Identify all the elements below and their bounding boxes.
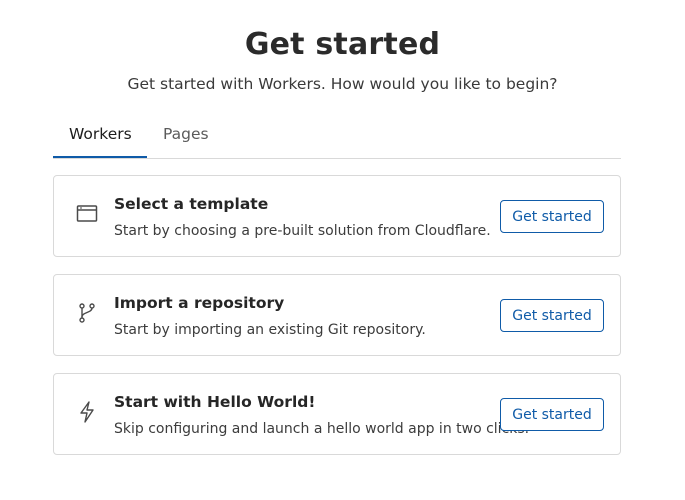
tab-workers[interactable]: Workers: [53, 125, 147, 158]
option-card-hello-world: Start with Hello World! Skip configuring…: [53, 373, 621, 455]
option-card-import-repository: Import a repository Start by importing a…: [53, 274, 621, 356]
page-title: Get started: [244, 27, 441, 62]
option-card-template: Select a template Start by choosing a pr…: [53, 175, 621, 257]
hello-world-get-started-button[interactable]: Get started: [500, 398, 604, 431]
lightning-bolt-icon: [76, 401, 98, 423]
import-repository-get-started-button[interactable]: Get started: [500, 299, 604, 332]
browser-window-icon: [76, 203, 98, 225]
template-get-started-button[interactable]: Get started: [500, 200, 604, 233]
option-description: Skip configuring and launch a hello worl…: [114, 421, 530, 437]
git-branch-icon: [76, 302, 98, 324]
option-description: Start by importing an existing Git repos…: [114, 322, 426, 338]
page-subtitle: Get started with Workers. How would you …: [127, 75, 558, 93]
option-title: Import a repository: [114, 294, 285, 312]
option-title: Select a template: [114, 195, 269, 213]
option-title: Start with Hello World!: [114, 393, 316, 411]
tab-pages[interactable]: Pages: [147, 125, 225, 158]
option-description: Start by choosing a pre-built solution f…: [114, 223, 491, 239]
tab-bar: Workers Pages: [53, 114, 621, 159]
